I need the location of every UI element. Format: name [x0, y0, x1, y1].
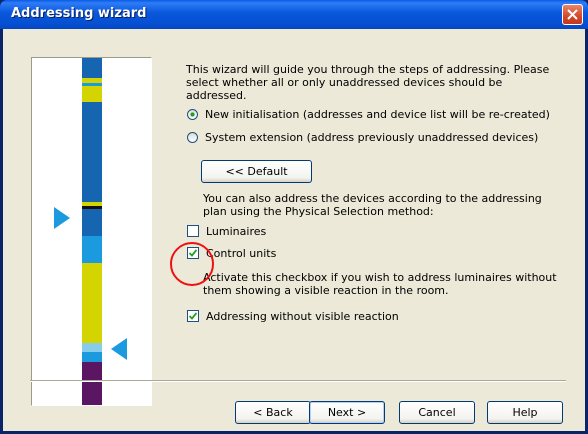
visible-reaction-text: Activate this checkbox if you wish to ad…: [203, 271, 557, 297]
checkbox-label: Addressing without visible reaction: [206, 309, 399, 323]
help-button[interactable]: Help: [487, 401, 563, 424]
cancel-button[interactable]: Cancel: [399, 401, 475, 424]
close-icon: [567, 9, 578, 20]
graphic-strip-yellow-long: [82, 263, 102, 343]
checkbox-label: Control units: [206, 246, 277, 260]
back-button[interactable]: < Back: [235, 401, 311, 424]
window-title: Addressing wizard: [11, 6, 147, 21]
radio-system-extension[interactable]: System extension (address previously una…: [187, 130, 538, 144]
title-bar[interactable]: Addressing wizard: [0, 0, 588, 29]
radio-button-selected[interactable]: [187, 108, 198, 120]
checkbox-label: Luminaires: [206, 224, 267, 238]
checkmark-icon: [189, 312, 197, 320]
graphic-strip-cyan: [82, 236, 102, 263]
radio-button[interactable]: [187, 131, 198, 143]
wizard-graphic: [31, 57, 152, 406]
graphic-strip-purple: [82, 362, 102, 405]
dialog-client-area: This wizard will guide you through the s…: [3, 29, 585, 431]
button-separator: [30, 380, 566, 382]
pointer-left-arrow-icon: [111, 338, 127, 360]
graphic-strip-light-cyan: [82, 343, 102, 352]
physical-selection-text: You can also address the devices accordi…: [203, 192, 542, 218]
checkbox-luminaires[interactable]: Luminaires: [187, 224, 266, 238]
highlight-circle: [170, 242, 214, 286]
graphic-strip-blue-top: [82, 58, 102, 78]
graphic-strip-blue-mid: [82, 209, 102, 236]
checkbox-addressing-without-visible-reaction[interactable]: Addressing without visible reaction: [187, 309, 399, 323]
graphic-strip-blue: [82, 102, 102, 202]
radio-label: System extension (address previously una…: [205, 130, 539, 144]
intro-text: This wizard will guide you through the s…: [186, 63, 550, 102]
default-button[interactable]: << Default: [201, 160, 312, 183]
checkbox-unchecked[interactable]: [187, 225, 199, 237]
close-button[interactable]: [562, 4, 583, 25]
checkbox-checked[interactable]: [187, 310, 199, 322]
next-button[interactable]: Next >: [309, 401, 385, 424]
graphic-strip-cyan-bottom: [82, 352, 102, 362]
graphic-strip-yellow: [82, 86, 102, 102]
wizard-window: Addressing wizard This wizard will guide…: [0, 0, 588, 434]
radio-label: New initialisation (addresses and device…: [205, 107, 550, 121]
radio-new-initialisation[interactable]: New initialisation (addresses and device…: [187, 107, 550, 121]
pointer-right-arrow-icon: [54, 207, 70, 229]
